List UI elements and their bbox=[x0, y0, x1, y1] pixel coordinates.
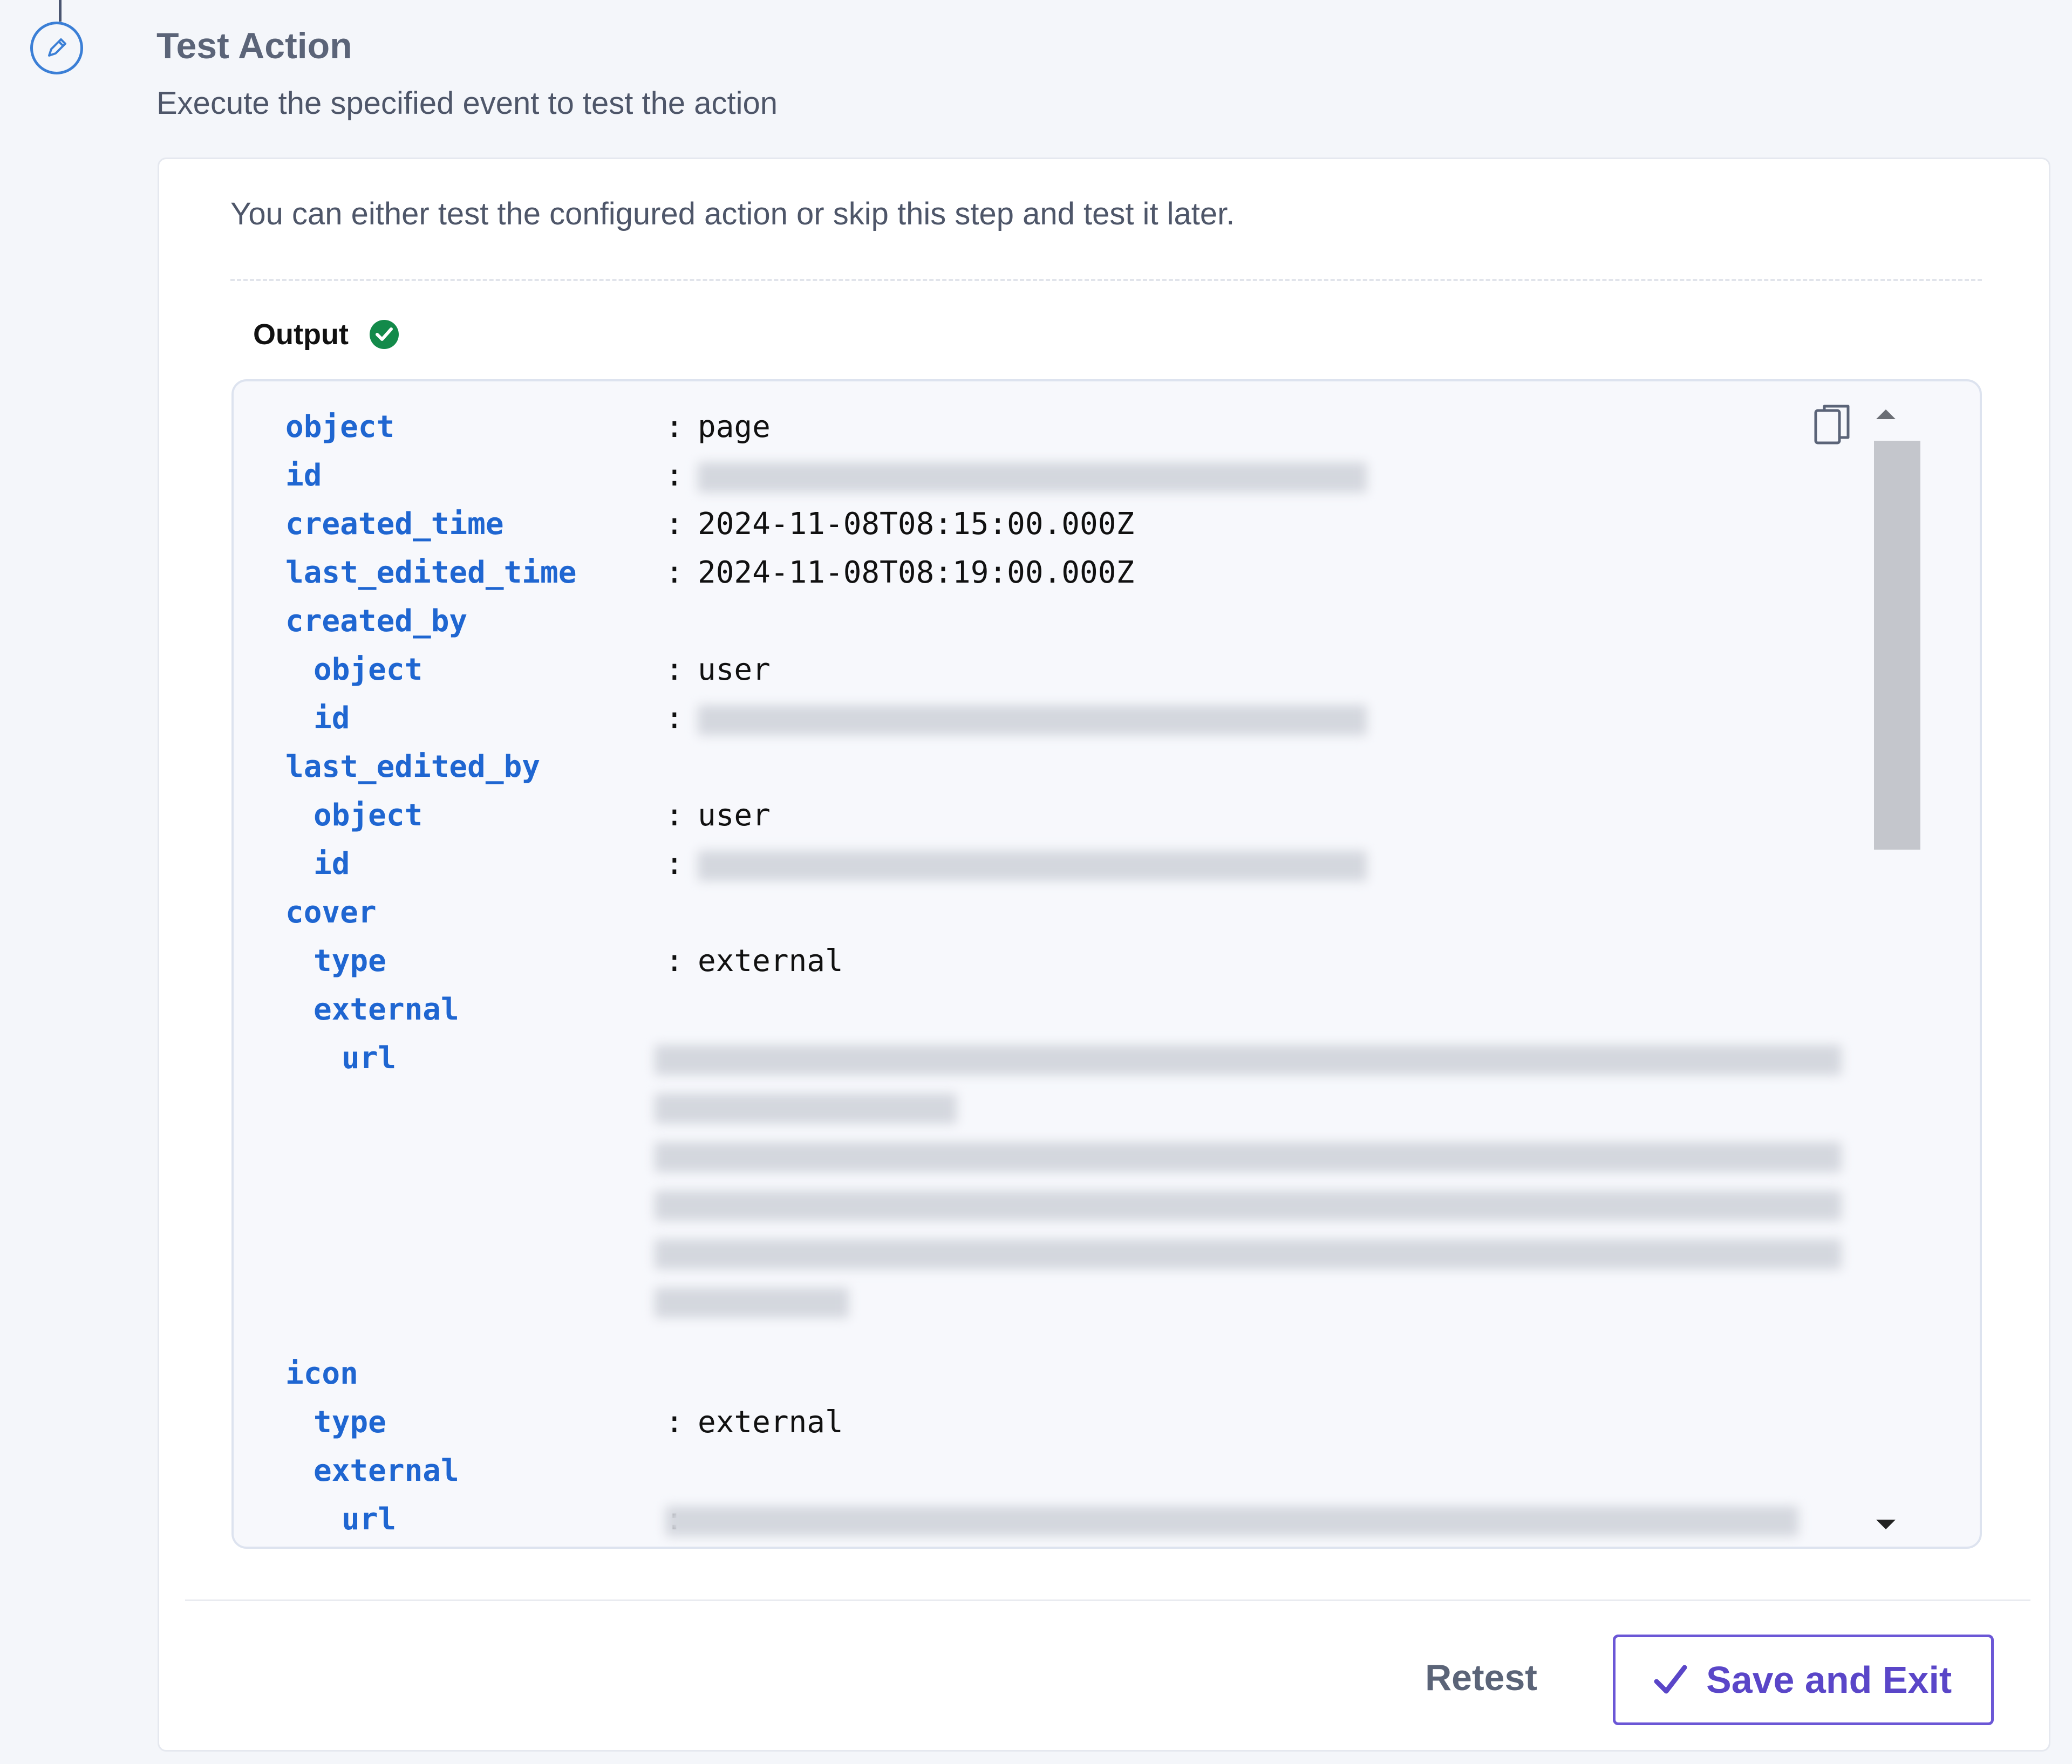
output-separator: : bbox=[665, 846, 684, 881]
scroll-down-arrow-icon[interactable] bbox=[1870, 1514, 1902, 1536]
output-separator: : bbox=[665, 555, 684, 590]
output-row: object: user bbox=[234, 791, 1798, 840]
output-row: last_edited_time:2024-11-08T08:19:00.000… bbox=[234, 549, 1798, 597]
output-key: object bbox=[313, 652, 423, 687]
output-row: external bbox=[234, 1447, 1798, 1495]
test-action-step: Test Action Execute the specified event … bbox=[0, 0, 2072, 1764]
output-row: created_by bbox=[234, 597, 1798, 646]
output-row: id: bbox=[234, 840, 1798, 888]
output-separator: : bbox=[665, 507, 684, 542]
output-row: external bbox=[234, 986, 1798, 1034]
output-key: url bbox=[342, 1502, 397, 1537]
output-row: id: bbox=[234, 452, 1798, 500]
redacted-value bbox=[698, 851, 1367, 881]
redacted-value bbox=[655, 1191, 1842, 1221]
output-key: id bbox=[313, 701, 350, 736]
pencil-icon bbox=[48, 38, 66, 57]
output-label: Output bbox=[253, 318, 349, 351]
output-value: external bbox=[698, 1405, 843, 1440]
retest-button[interactable]: Retest bbox=[1400, 1640, 1562, 1715]
output-row: created_time:2024-11-08T08:15:00.000Z bbox=[234, 500, 1798, 549]
output-key: last_edited_time bbox=[285, 555, 577, 590]
output-row: url bbox=[234, 1034, 1842, 1318]
footer-divider bbox=[185, 1599, 2030, 1601]
output-key: id bbox=[313, 846, 350, 881]
output-row: url: bbox=[234, 1495, 1798, 1544]
test-action-card: You can either test the configured actio… bbox=[158, 158, 2050, 1752]
output-key: object bbox=[313, 798, 423, 833]
output-value: user bbox=[698, 652, 771, 687]
output-separator: : bbox=[665, 1405, 684, 1440]
success-check-icon bbox=[370, 320, 399, 349]
output-row: id: bbox=[234, 694, 1798, 743]
output-separator: : bbox=[665, 943, 684, 979]
output-value: 2024-11-08T08:19:00.000Z bbox=[698, 555, 1135, 590]
redacted-value bbox=[655, 1239, 1842, 1269]
redacted-value bbox=[665, 1506, 1798, 1536]
redacted-value bbox=[698, 705, 1367, 735]
output-separator: : bbox=[665, 458, 684, 493]
output-row: object: page bbox=[234, 403, 1798, 452]
output-separator: : bbox=[665, 409, 684, 445]
output-separator: : bbox=[665, 652, 684, 687]
output-key: created_time bbox=[285, 507, 504, 542]
output-row: type: external bbox=[234, 1398, 1798, 1447]
scroll-up-arrow-icon[interactable] bbox=[1870, 403, 1902, 425]
output-key: cover bbox=[285, 895, 377, 930]
output-key: external bbox=[313, 992, 459, 1027]
step-connector-line bbox=[59, 0, 62, 22]
redacted-value bbox=[655, 1142, 1842, 1172]
save-and-exit-button[interactable]: Save and Exit bbox=[1613, 1635, 1994, 1725]
output-row: last_edited_by bbox=[234, 743, 1798, 791]
output-key: icon bbox=[285, 1356, 358, 1391]
output-key: type bbox=[313, 943, 386, 979]
output-key: object bbox=[285, 409, 395, 445]
output-row: object: user bbox=[234, 646, 1798, 694]
save-and-exit-label: Save and Exit bbox=[1706, 1659, 1952, 1701]
step-subtitle: Execute the specified event to test the … bbox=[156, 86, 778, 121]
redacted-value bbox=[655, 1093, 957, 1124]
output-key: created_by bbox=[285, 604, 468, 639]
redacted-value bbox=[655, 1288, 849, 1318]
redacted-value bbox=[655, 1045, 1842, 1075]
output-panel[interactable]: object: page id: created_time:2024-11-08T08… bbox=[231, 379, 1982, 1549]
output-value: user bbox=[698, 798, 771, 833]
output-key: id bbox=[285, 458, 322, 493]
output-row: cover bbox=[234, 888, 1798, 937]
dashed-divider bbox=[230, 279, 1982, 281]
scrollbar-thumb[interactable] bbox=[1874, 441, 1920, 850]
output-value: page bbox=[698, 409, 771, 445]
redacted-value bbox=[698, 462, 1367, 493]
output-row: icon bbox=[234, 1350, 1798, 1398]
card-intro-text: You can either test the configured actio… bbox=[230, 196, 1235, 231]
output-separator: : bbox=[665, 798, 684, 833]
output-value: external bbox=[698, 943, 843, 979]
step-indicator bbox=[30, 22, 83, 74]
checkmark-icon bbox=[1654, 1665, 1687, 1694]
output-key: url bbox=[342, 1041, 397, 1076]
output-key: last_edited_by bbox=[285, 749, 541, 784]
output-separator: : bbox=[665, 701, 684, 736]
output-value: 2024-11-08T08:15:00.000Z bbox=[698, 507, 1135, 542]
output-key: type bbox=[313, 1405, 386, 1440]
step-title: Test Action bbox=[156, 25, 352, 66]
copy-icon[interactable] bbox=[1814, 403, 1851, 446]
output-key: external bbox=[313, 1453, 459, 1488]
output-row: type: external bbox=[234, 937, 1798, 986]
